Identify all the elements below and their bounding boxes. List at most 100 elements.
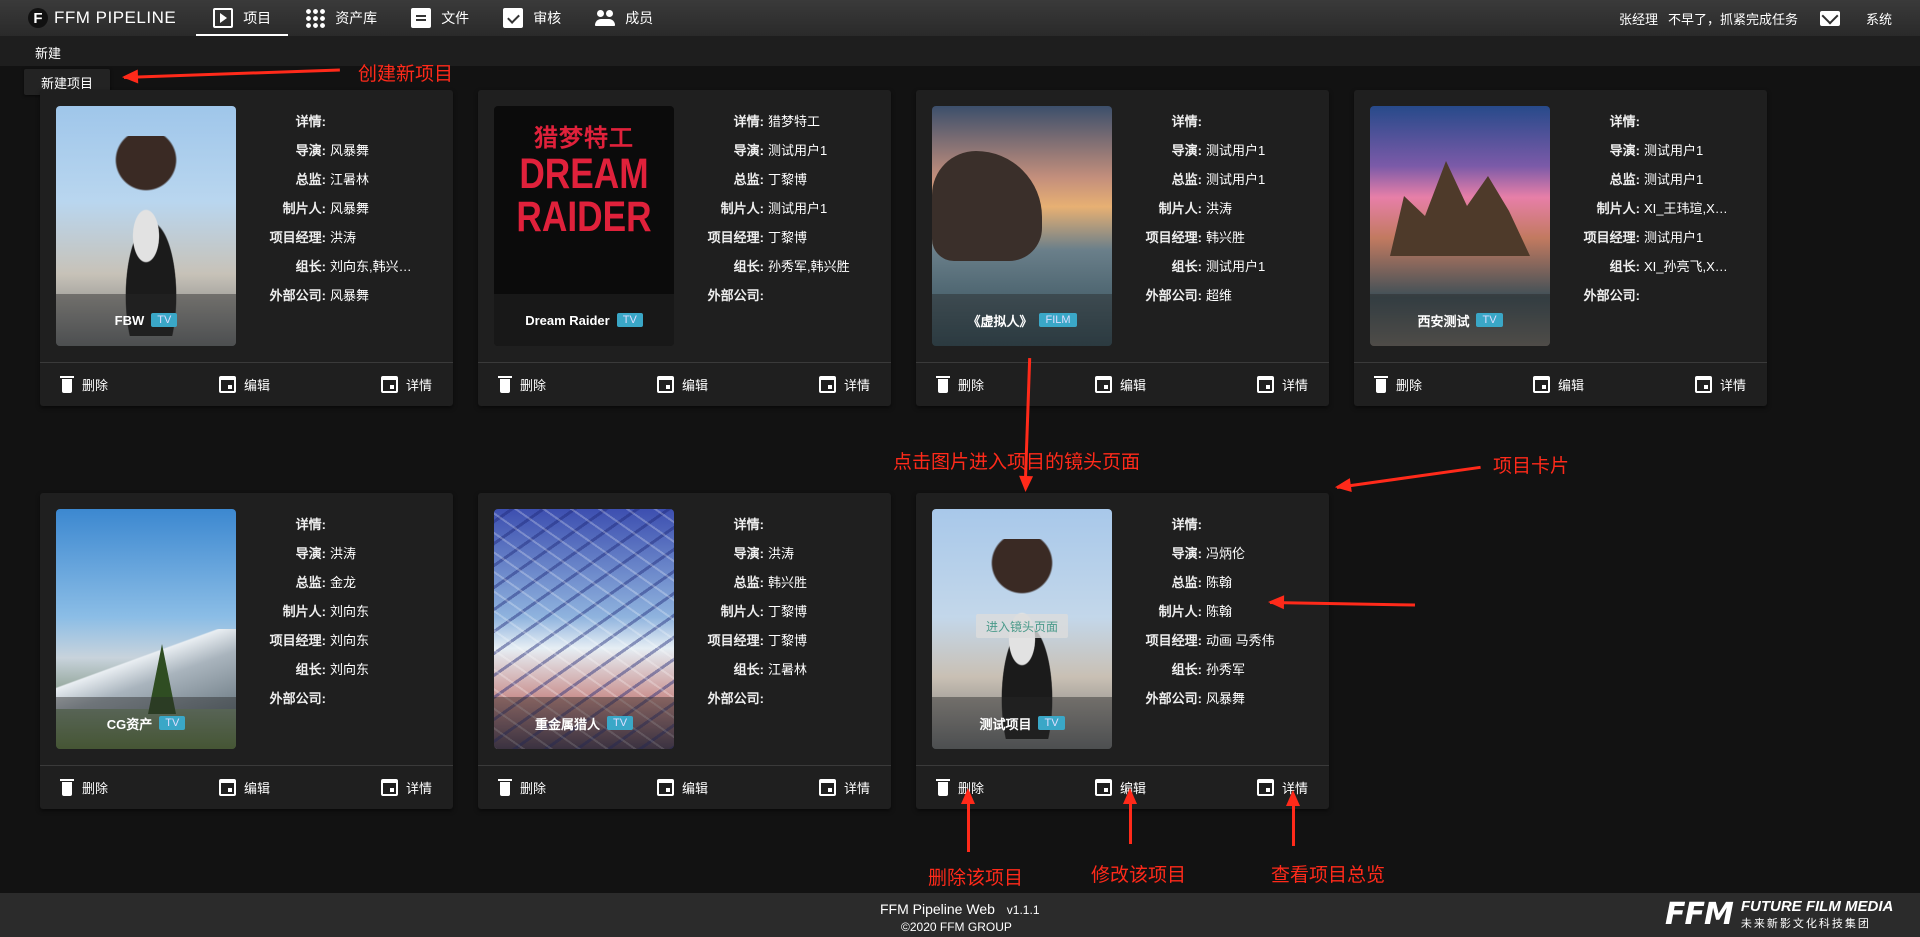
detail-button[interactable]: 详情 (1695, 375, 1746, 394)
lead-value: 刘向东 (330, 662, 370, 677)
project-card: FBW TV 详情: 导演: 风暴舞 总监: 江暑林 制片人: 风暴舞 项目经理: 洪涛… (40, 90, 453, 406)
edit-label: 编辑 (244, 378, 271, 393)
user-name[interactable]: 张经理 (1619, 9, 1658, 28)
pm-label: 项目经理: (269, 230, 326, 245)
pm-label: 项目经理: (269, 633, 326, 648)
detail-button[interactable]: 详情 (381, 375, 432, 394)
edit-button[interactable]: 编辑 (657, 375, 708, 394)
edit-button[interactable]: 编辑 (1533, 375, 1584, 394)
detail-button[interactable]: 详情 (1257, 375, 1308, 394)
project-type-badge: FILM (1039, 313, 1077, 327)
edit-button[interactable]: 编辑 (1095, 375, 1146, 394)
main-nav: 项目 资产库 文件 审核 成员 (196, 0, 670, 36)
thumbnail-caption: 《虚拟人》 FILM (932, 294, 1112, 346)
delete-button[interactable]: 删除 (498, 778, 546, 797)
delete-button[interactable]: 删除 (498, 375, 546, 394)
edit-button[interactable]: 编辑 (219, 375, 270, 394)
supervisor-label: 总监: (733, 575, 764, 590)
trash-icon (60, 376, 74, 393)
supervisor-value: 江暑林 (330, 172, 370, 187)
thumbnail-caption: FBW TV (56, 294, 236, 346)
detail-label: 详情: (733, 114, 764, 129)
lead-label: 组长: (733, 259, 764, 274)
project-info: 详情: 导演: 冯炳伦 总监: 陈翰 制片人: 陈翰 项目经理: 动画 马秀伟 组长: 孙… (1136, 514, 1321, 717)
delete-button[interactable]: 删除 (936, 778, 984, 797)
calendar-icon (1095, 376, 1112, 393)
lead-label: 组长: (1171, 662, 1202, 677)
detail-value (1206, 111, 1321, 140)
project-type-badge: TV (1476, 313, 1503, 327)
project-info: 详情: 导演: 风暴舞 总监: 江暑林 制片人: 风暴舞 项目经理: 洪涛 组长: 刘向东… (260, 111, 445, 314)
supervisor-value: 丁黎博 (768, 172, 808, 187)
edit-button[interactable]: 编辑 (219, 778, 270, 797)
project-name: Dream Raider (525, 312, 610, 328)
annotation-card: 项目卡片 (1493, 456, 1570, 477)
detail-label: 详情: (295, 114, 326, 129)
lead-value: 孙秀军 (1206, 662, 1246, 677)
nav-item-assets[interactable]: 资产库 (288, 0, 394, 36)
delete-button[interactable]: 删除 (936, 375, 984, 394)
producer-value: 陈翰 (1206, 604, 1233, 619)
calendar-icon (1695, 376, 1712, 393)
mail-icon[interactable] (1819, 10, 1840, 26)
delete-button[interactable]: 删除 (60, 778, 108, 797)
project-thumbnail[interactable]: FBW TV (56, 106, 236, 346)
delete-button[interactable]: 删除 (1374, 375, 1422, 394)
pm-value: 洪涛 (330, 230, 357, 245)
annotation-delete: 删除该项目 (928, 868, 1024, 889)
detail-value (1206, 514, 1321, 543)
edit-button[interactable]: 编辑 (657, 778, 708, 797)
calendar-icon (219, 779, 236, 796)
detail-label: 详情: (733, 517, 764, 532)
nav-item-files[interactable]: 文件 (394, 0, 486, 36)
edit-button[interactable]: 编辑 (1095, 778, 1146, 797)
project-thumbnail[interactable]: CG资产 TV (56, 509, 236, 749)
annotation-click-image: 点击图片进入项目的镜头页面 (893, 452, 1141, 473)
project-name: 西安测试 (1417, 313, 1470, 329)
detail-label: 详情 (844, 378, 871, 393)
calendar-icon (1257, 376, 1274, 393)
producer-label: 制片人: (282, 201, 326, 216)
detail-button[interactable]: 详情 (1257, 778, 1308, 797)
project-thumbnail[interactable]: 西安测试 TV (1370, 106, 1550, 346)
project-card: 猎梦特工 DREAM RAIDER Dream Raider TV 详情: 猎梦特… (478, 90, 891, 406)
people-icon (595, 8, 616, 28)
brand-text: FUTURE FILM MEDIA 未来新影文化科技集团 (1741, 898, 1893, 931)
detail-label: 详情 (406, 781, 433, 796)
sub-toolbar (0, 36, 1920, 66)
project-thumbnail[interactable]: 猎梦特工 DREAM RAIDER Dream Raider TV (494, 106, 674, 346)
edit-label: 编辑 (1558, 378, 1585, 393)
detail-button[interactable]: 详情 (381, 778, 432, 797)
trash-icon (1374, 376, 1388, 393)
detail-value (330, 111, 445, 140)
detail-label: 详情: (1171, 517, 1202, 532)
nav-item-projects[interactable]: 项目 (196, 0, 289, 36)
external-value (330, 688, 445, 717)
enter-shots-button[interactable]: 进入镜头页面 (976, 614, 1068, 638)
project-thumbnail[interactable]: 《虚拟人》 FILM (932, 106, 1112, 346)
director-label: 导演: (1171, 143, 1202, 158)
new-menu[interactable]: 新建 (35, 43, 61, 62)
card-actions: 删除 编辑 详情 (1354, 363, 1767, 406)
brand-mark: FFM (1665, 897, 1734, 932)
detail-label: 详情 (844, 781, 871, 796)
director-value: 测试用户1 (1644, 143, 1704, 158)
supervisor-value: 测试用户1 (1644, 172, 1704, 187)
nav-label: 项目 (243, 10, 272, 26)
footer-copyright: ©2020 FFM GROUP (901, 920, 1012, 934)
poster-title-en: DREAM RAIDER (516, 150, 652, 241)
lead-label: 组长: (295, 662, 326, 677)
app-logo[interactable]: F FFM PIPELINE (28, 8, 176, 28)
project-thumbnail[interactable]: 重金属猎人 TV (494, 509, 674, 749)
nav-item-members[interactable]: 成员 (578, 0, 670, 36)
edit-label: 编辑 (1120, 378, 1147, 393)
detail-button[interactable]: 详情 (819, 778, 870, 797)
system-menu[interactable]: 系统 (1866, 9, 1892, 28)
annotation-arrow (123, 68, 340, 79)
detail-label: 详情 (1282, 378, 1309, 393)
delete-button[interactable]: 删除 (60, 375, 108, 394)
project-thumbnail[interactable]: 进入镜头页面 测试项目 TV (932, 509, 1112, 749)
delete-label: 删除 (82, 378, 109, 393)
nav-item-review[interactable]: 审核 (486, 0, 578, 36)
detail-button[interactable]: 详情 (819, 375, 870, 394)
